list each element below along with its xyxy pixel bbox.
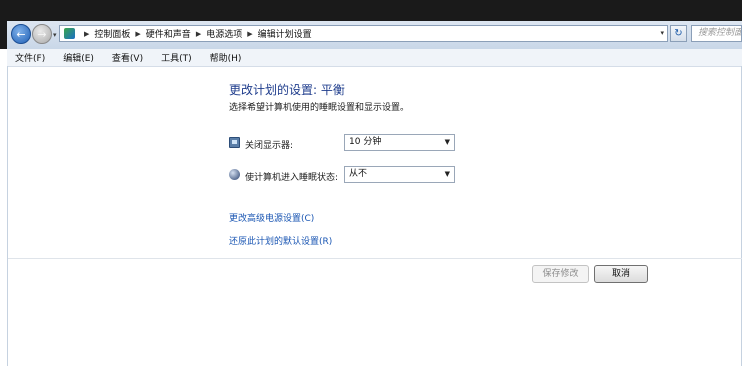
window-left-border xyxy=(7,66,8,366)
turn-off-display-value: 10 分钟 xyxy=(349,137,382,147)
advanced-power-settings-link[interactable]: 更改高级电源设置(C) xyxy=(229,211,314,224)
sleep-select[interactable]: 从不 ▼ xyxy=(344,166,455,183)
breadcrumb-separator-icon[interactable]: ▶ xyxy=(247,30,252,38)
forward-arrow-icon: → xyxy=(37,27,47,41)
breadcrumb-separator-icon[interactable]: ▶ xyxy=(84,30,89,38)
chevron-down-icon: ▾ xyxy=(53,31,57,39)
menu-tools[interactable]: 工具(T) xyxy=(161,51,192,64)
menu-bar: 文件(F) 编辑(E) 查看(V) 工具(T) 帮助(H) xyxy=(7,49,742,67)
chevron-down-icon: ▼ xyxy=(444,170,450,178)
refresh-button[interactable]: ↻ xyxy=(670,25,687,42)
sleep-label: 使计算机进入睡眠状态: xyxy=(245,173,339,183)
address-dropdown-icon[interactable]: ▾ xyxy=(660,29,664,37)
sleep-value: 从不 xyxy=(349,169,368,179)
breadcrumb-separator-icon[interactable]: ▶ xyxy=(196,30,201,38)
display-icon xyxy=(229,137,240,148)
menu-view[interactable]: 查看(V) xyxy=(112,51,143,64)
turn-off-display-select[interactable]: 10 分钟 ▼ xyxy=(344,134,455,151)
page-subtitle: 选择希望计算机使用的睡眠设置和显示设置。 xyxy=(229,103,410,113)
menu-help[interactable]: 帮助(H) xyxy=(210,51,242,64)
menu-file[interactable]: 文件(F) xyxy=(15,51,45,64)
address-bar[interactable]: ▶ 控制面板 ▶ 硬件和声音 ▶ 电源选项 ▶ 编辑计划设置 ▾ xyxy=(59,25,668,42)
history-dropdown-button[interactable]: ▾ xyxy=(53,31,57,39)
search-input[interactable]: 搜索控制面板 xyxy=(691,25,742,42)
menu-edit[interactable]: 编辑(E) xyxy=(63,51,94,64)
breadcrumb-power-options[interactable]: 电源选项 xyxy=(206,27,242,40)
chevron-down-icon: ▼ xyxy=(444,138,450,146)
divider xyxy=(8,258,742,259)
cancel-button[interactable]: 取消 xyxy=(594,265,648,283)
restore-defaults-link[interactable]: 还原此计划的默认设置(R) xyxy=(229,234,332,247)
breadcrumb-separator-icon[interactable]: ▶ xyxy=(135,30,140,38)
breadcrumb-control-panel[interactable]: 控制面板 xyxy=(94,27,130,40)
back-arrow-icon: ← xyxy=(16,27,26,41)
back-button[interactable]: ← xyxy=(11,24,31,44)
forward-button[interactable]: → xyxy=(32,24,52,44)
breadcrumb-hardware-sound[interactable]: 硬件和声音 xyxy=(146,27,191,40)
control-panel-icon xyxy=(64,28,75,39)
refresh-icon: ↻ xyxy=(674,28,683,39)
breadcrumb-edit-plan-settings[interactable]: 编辑计划设置 xyxy=(258,27,312,40)
save-changes-button[interactable]: 保存修改 xyxy=(532,265,589,283)
sleep-icon xyxy=(229,169,240,180)
turn-off-display-label: 关闭显示器: xyxy=(245,141,294,151)
page-title: 更改计划的设置: 平衡 xyxy=(229,83,345,97)
